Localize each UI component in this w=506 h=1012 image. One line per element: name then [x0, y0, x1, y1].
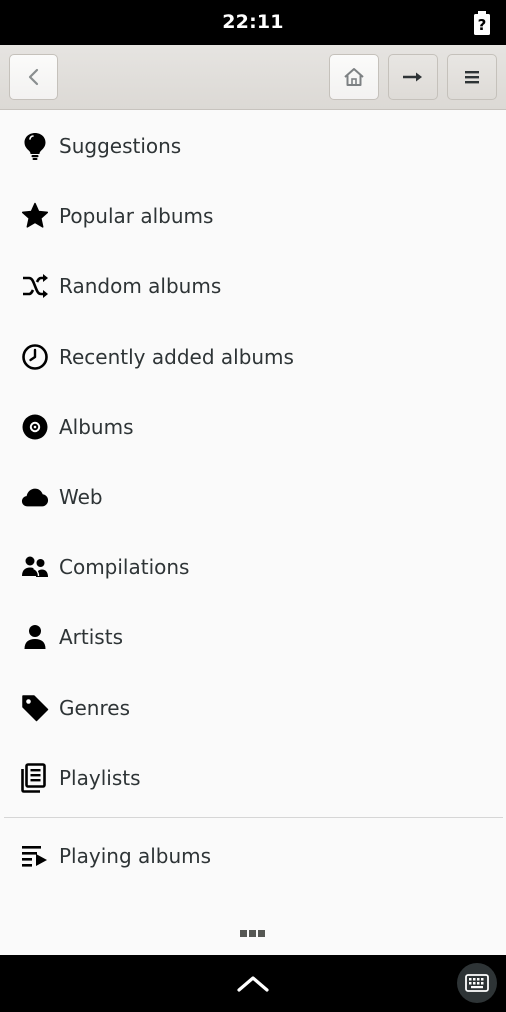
list-item-recently-added[interactable]: Recently added albums [0, 322, 506, 392]
people-icon [21, 553, 49, 581]
list-item-label: Web [59, 485, 103, 510]
home-icon [344, 68, 364, 86]
divider [4, 817, 503, 818]
list-item-playing-albums[interactable]: Playing albums [0, 821, 506, 891]
clock: 22:11 [222, 11, 284, 33]
svg-text:?: ? [478, 16, 487, 34]
list-item-label: Compilations [59, 555, 190, 580]
clock-icon [21, 343, 49, 371]
disc-icon [21, 413, 49, 441]
back-button[interactable] [9, 54, 58, 100]
person-icon [21, 623, 49, 651]
list-item-label: Playing albums [59, 844, 212, 868]
list-item-genres[interactable]: Genres [0, 673, 506, 743]
list-item-label: Playlists [59, 765, 141, 790]
status-bar: 22:11 ? [0, 0, 506, 45]
header-bar [0, 45, 506, 110]
forward-button[interactable] [388, 54, 438, 100]
list-item-label: Popular albums [59, 204, 214, 229]
list-item-label: Recently added albums [59, 344, 294, 369]
star-icon [21, 202, 49, 230]
list-item-label: Albums [59, 414, 134, 439]
chevron-up-icon[interactable] [236, 974, 270, 994]
shuffle-icon [21, 272, 49, 300]
list-item-artists[interactable]: Artists [0, 602, 506, 672]
list-item-label: Random albums [59, 274, 222, 299]
menu-button[interactable] [447, 54, 497, 100]
list-item-compilations[interactable]: Compilations [0, 532, 506, 602]
list-item-label: Artists [59, 625, 123, 650]
lightbulb-icon [21, 132, 49, 161]
playlists-icon [21, 762, 49, 793]
more-dots-icon[interactable] [240, 930, 266, 937]
battery-unknown-icon: ? [474, 11, 490, 35]
cloud-icon [21, 483, 49, 511]
list-item-playlists[interactable]: Playlists [0, 743, 506, 813]
list-item-label: Genres [59, 695, 130, 720]
bottom-panel [0, 955, 506, 1012]
list-item-suggestions[interactable]: Suggestions [0, 111, 506, 181]
playlist-play-icon [21, 842, 49, 870]
list-item-label: Suggestions [59, 134, 182, 159]
list-item-random-albums[interactable]: Random albums [0, 251, 506, 321]
list-item-web[interactable]: Web [0, 462, 506, 532]
keyboard-button[interactable] [457, 963, 497, 1003]
sidebar-list: Suggestions Popular albums Random albums [0, 111, 506, 813]
list-item-popular-albums[interactable]: Popular albums [0, 181, 506, 251]
list-item-albums[interactable]: Albums [0, 392, 506, 462]
hamburger-menu-icon [465, 71, 479, 84]
chevron-left-icon [28, 68, 38, 86]
tag-icon [21, 694, 49, 722]
keyboard-icon [465, 974, 489, 992]
arrow-right-icon [403, 72, 422, 82]
home-button[interactable] [329, 54, 379, 100]
